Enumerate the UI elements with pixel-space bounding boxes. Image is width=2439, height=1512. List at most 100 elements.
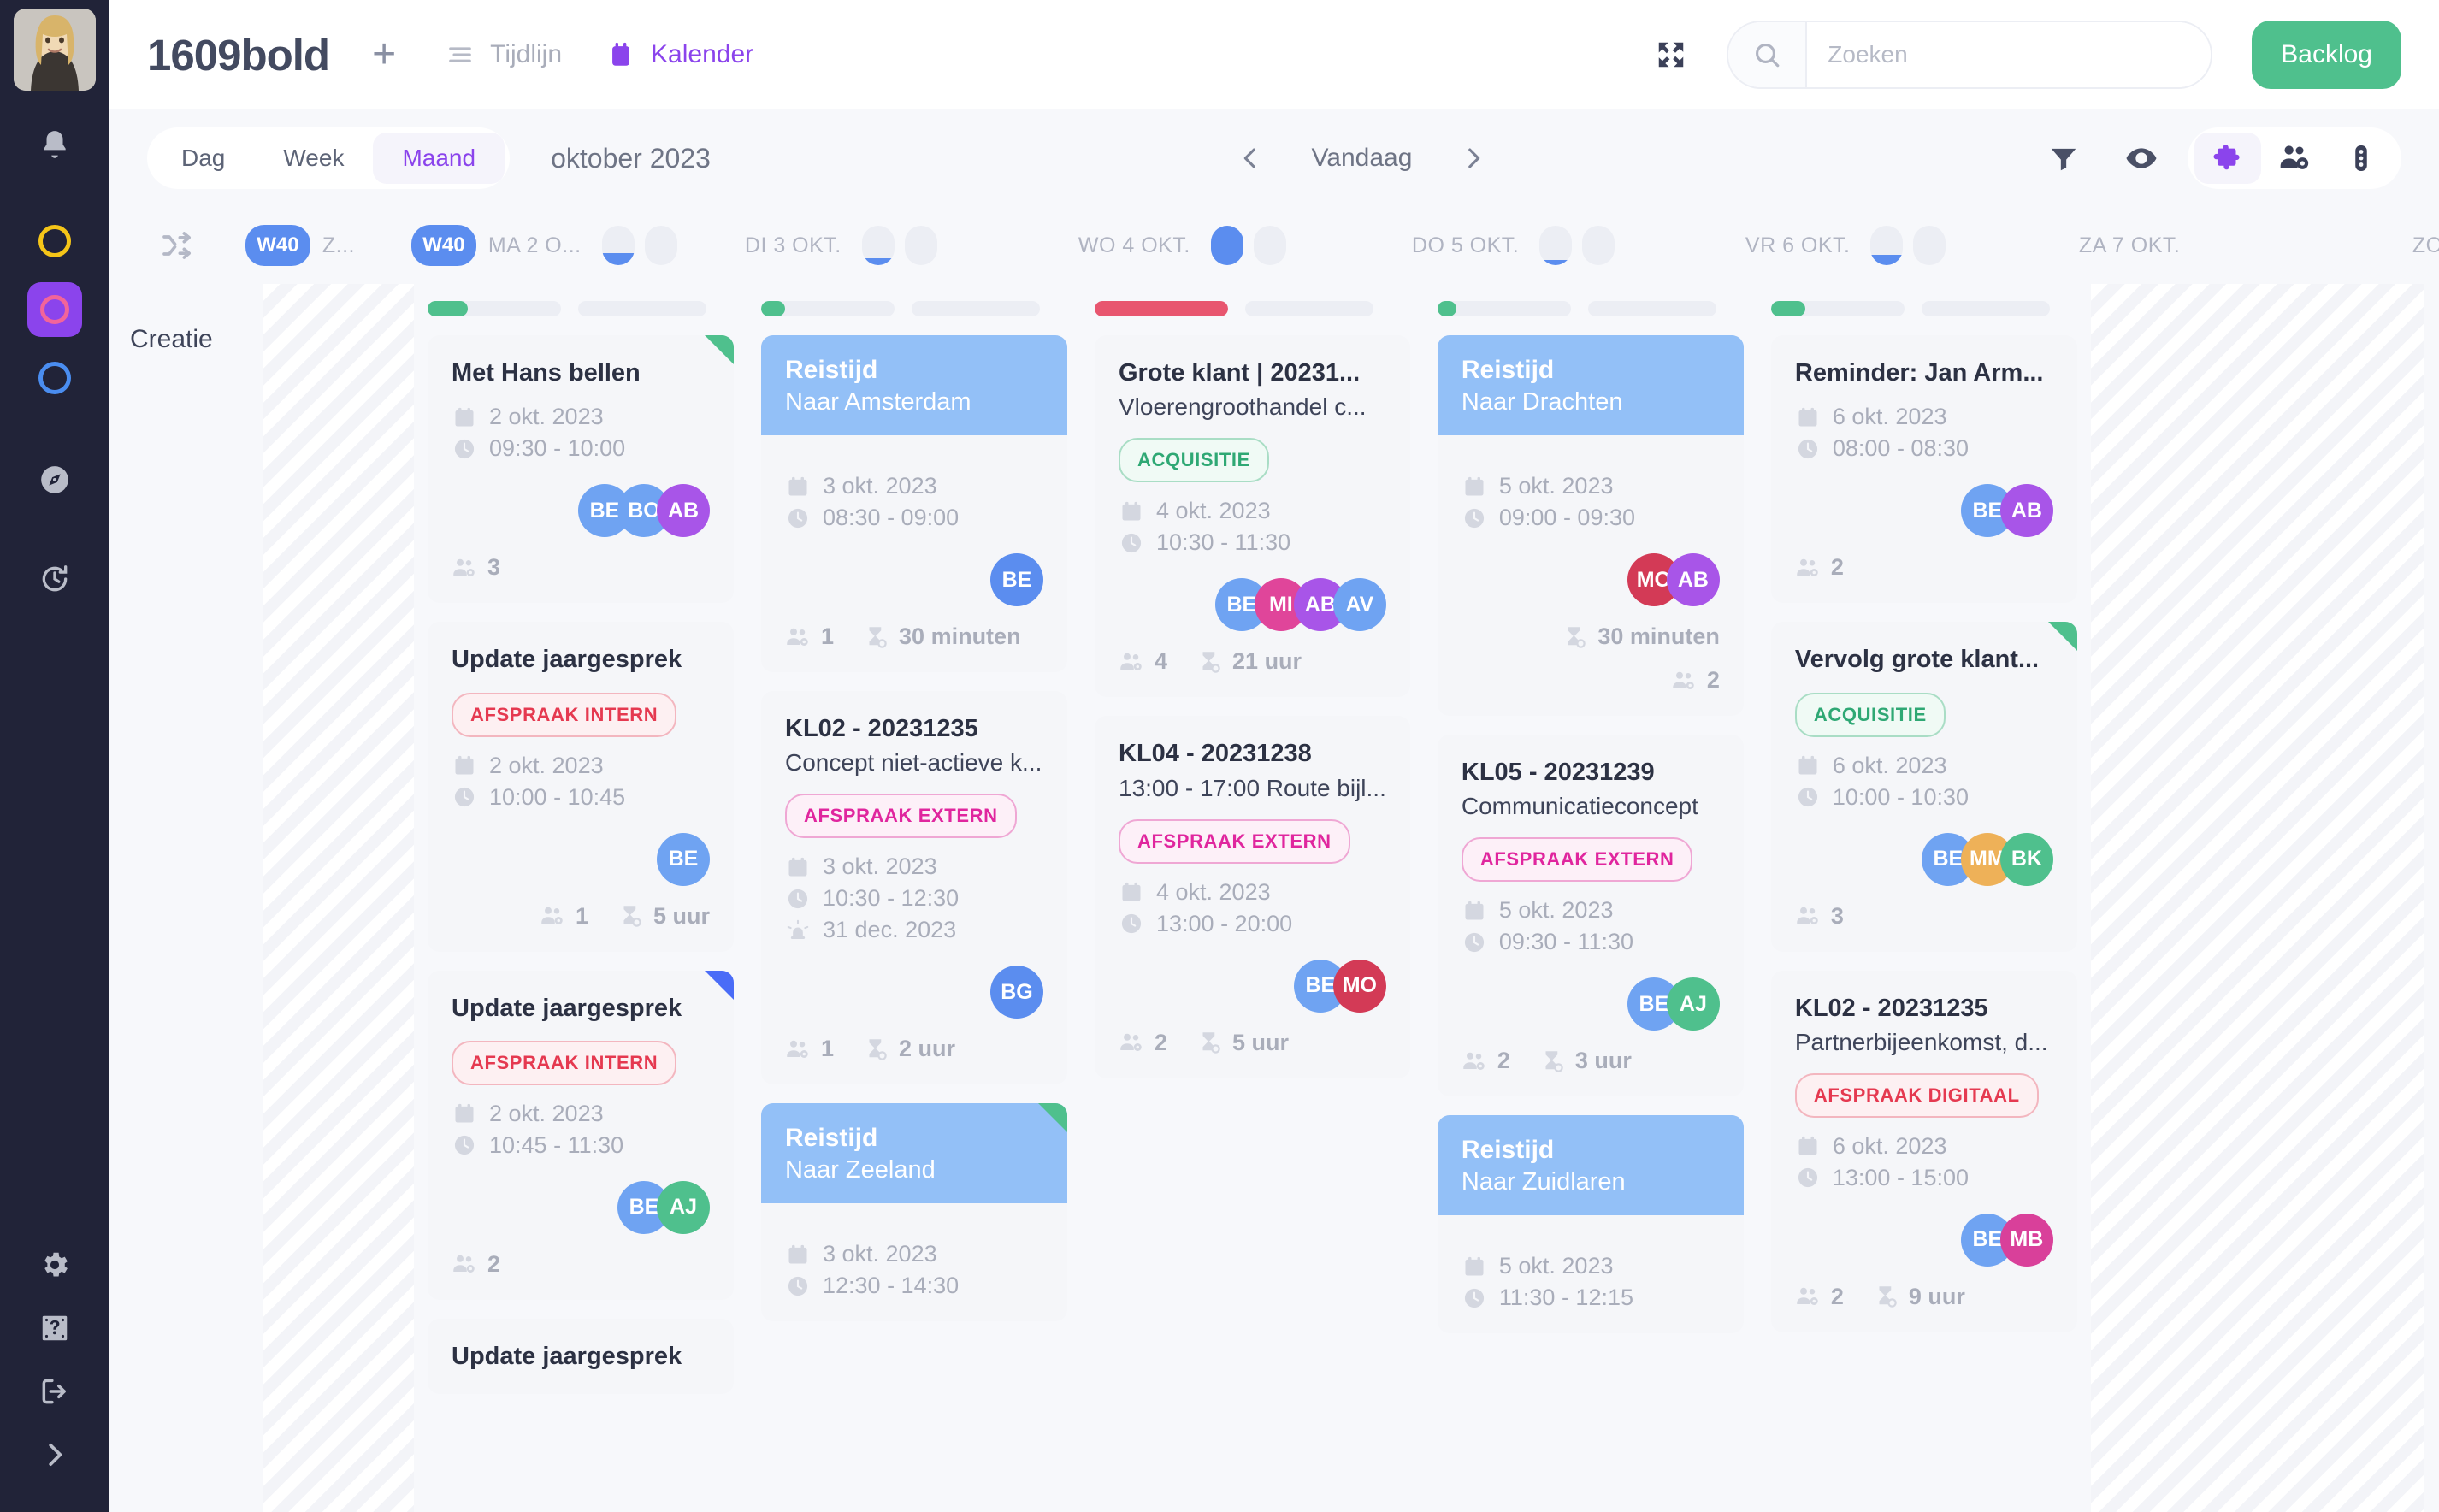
visibility-button[interactable] — [2124, 141, 2158, 175]
avatar-chip[interactable]: AJ — [657, 1180, 710, 1234]
avatar-chip[interactable]: AB — [1666, 553, 1720, 606]
day-header-z[interactable]: W40 Z... — [245, 225, 396, 266]
backlog-button[interactable]: Backlog — [2252, 21, 2401, 89]
event-card[interactable]: KL05 - 20231239 Communicatieconcept AFSPRA… — [1437, 735, 1744, 1097]
event-card[interactable]: KL02 - 20231235 Concept niet-actieve k...… — [761, 691, 1067, 1085]
capacity-bar — [761, 301, 895, 316]
event-card[interactable]: Update jaargesprek — [428, 1318, 734, 1394]
explore-button[interactable] — [0, 448, 109, 511]
day-header-zo[interactable]: ZO — [2397, 225, 2439, 266]
capacity-dot — [1582, 226, 1615, 265]
clock-icon — [785, 505, 811, 531]
capacity-bars — [1095, 284, 1410, 316]
avatar-chip[interactable]: AJ — [1666, 977, 1720, 1031]
col-sunday[interactable] — [263, 284, 414, 1512]
col-za-7-okt[interactable] — [2090, 284, 2424, 1512]
avatar-chip[interactable]: BK — [1999, 832, 2053, 886]
avatar-chip[interactable]: BE — [657, 832, 710, 886]
view-week-button[interactable]: Week — [254, 133, 373, 184]
puzzle-mode-button[interactable] — [2194, 133, 2261, 184]
puzzle-icon — [2213, 145, 2240, 170]
card-body: Grote klant | 20231... Vloerengroothandel… — [1095, 335, 1410, 697]
people-icon — [1795, 903, 1821, 929]
avatar-chip[interactable]: MB — [1999, 1213, 2053, 1267]
nav-tab-kalender[interactable]: Kalender — [606, 40, 753, 69]
view-maand-button[interactable]: Maand — [373, 133, 505, 184]
previous-period-button[interactable] — [1220, 127, 1281, 189]
workspace-ring-blue[interactable] — [0, 344, 109, 412]
fullscreen-button[interactable] — [1655, 38, 1687, 71]
col-ma-2-okt[interactable]: Met Hans bellen 2 okt. 2023 09:30 - 10:00 B… — [414, 284, 747, 1512]
card-meta-row: 12:30 - 14:30 — [785, 1273, 1043, 1299]
col-wo-4-okt[interactable]: Grote klant | 20231... Vloerengroothandel… — [1081, 284, 1424, 1512]
avatar-chip[interactable]: AV — [1332, 578, 1386, 632]
people-mode-button[interactable] — [2261, 133, 2328, 184]
clock-text: 09:30 - 10:00 — [489, 435, 626, 462]
clock-text: 09:00 - 09:30 — [1498, 505, 1636, 530]
day-header-do-5-okt[interactable]: DO 5 OKT. — [1397, 225, 1730, 266]
event-card[interactable]: Reistijd Naar Zuidlaren 5 okt. 2023 11:30 -… — [1437, 1115, 1744, 1334]
notifications-button[interactable] — [0, 113, 109, 176]
event-card[interactable]: Update jaargesprek AFSPRAAK INTERN 2 okt. … — [428, 622, 734, 952]
event-card[interactable]: Reminder: Jan Arm... 6 okt. 2023 08:00 - 0… — [1770, 335, 2077, 604]
nav-tab-tijdlijn[interactable]: Tijdlijn — [446, 40, 562, 69]
deadline-text: 31 dec. 2023 — [823, 917, 957, 943]
avatar[interactable] — [14, 9, 96, 91]
search-box[interactable] — [1727, 21, 2213, 89]
next-period-button[interactable] — [1443, 127, 1504, 189]
help-button[interactable] — [0, 1296, 109, 1360]
view-dag-button[interactable]: Dag — [152, 133, 254, 184]
workspace-ring-pink[interactable] — [0, 275, 109, 344]
event-card[interactable]: KL02 - 20231235 Partnerbijeenkomst, d... A… — [1770, 970, 2077, 1332]
avatar-chip[interactable]: AB — [1999, 484, 2053, 538]
travel-card-header: Reistijd Naar Amsterdam — [761, 335, 1067, 435]
card-corner-flag — [2047, 622, 2077, 652]
filter-button[interactable] — [2047, 142, 2080, 174]
card-meta: 3 okt. 2023 08:30 - 09:00 — [785, 473, 1043, 531]
settings-button[interactable] — [0, 1233, 109, 1296]
capacity-dot — [601, 226, 635, 265]
avatar-chip[interactable]: AB — [657, 484, 710, 538]
time-tracking-button[interactable] — [0, 547, 109, 611]
event-card[interactable]: Grote klant | 20231... Vloerengroothandel… — [1095, 335, 1410, 698]
add-button[interactable]: + — [372, 34, 396, 75]
card-body: KL02 - 20231235 Concept niet-actieve k...… — [761, 691, 1067, 1084]
card-body: KL04 - 20231238 13:00 - 17:00 Route bijl.… — [1095, 716, 1410, 1078]
avatar-chip[interactable]: BE — [990, 553, 1043, 606]
avatar-chip[interactable]: BG — [990, 966, 1043, 1019]
capacity-bar — [578, 301, 706, 316]
card-meta-row: 08:30 - 09:00 — [785, 505, 1043, 531]
day-header-wo-4-okt[interactable]: WO 4 OKT. — [1063, 225, 1397, 266]
chevron-right-icon — [1468, 148, 1480, 168]
col-di-3-okt[interactable]: Reistijd Naar Amsterdam 3 okt. 2023 08:30 -… — [747, 284, 1081, 1512]
event-card[interactable]: Met Hans bellen 2 okt. 2023 09:30 - 10:00 B… — [428, 335, 734, 604]
capacity-dots — [1539, 226, 1615, 265]
status-mode-button[interactable] — [2328, 133, 2395, 184]
people-icon — [1119, 1030, 1144, 1055]
event-card[interactable]: Update jaargesprek AFSPRAAK INTERN 2 okt. … — [428, 970, 734, 1300]
search-input[interactable] — [1807, 22, 2212, 87]
day-header-vr-6-okt[interactable]: VR 6 OKT. — [1730, 225, 2064, 266]
today-button[interactable]: Vandaag — [1290, 144, 1435, 173]
week-badge: W40 — [410, 225, 476, 266]
event-card[interactable]: Reistijd Naar Zeeland 3 okt. 2023 12:30 - 1… — [761, 1103, 1067, 1322]
shuffle-button[interactable] — [109, 228, 245, 263]
card-meta-row: 3 okt. 2023 — [785, 1241, 1043, 1267]
col-do-5-okt[interactable]: Reistijd Naar Drachten 5 okt. 2023 09:00 - … — [1424, 284, 1757, 1512]
workspace-ring-yellow[interactable] — [0, 207, 109, 275]
day-header-za-7-okt[interactable]: ZA 7 OKT. — [2064, 225, 2397, 266]
event-card[interactable]: Reistijd Naar Drachten 5 okt. 2023 09:00 - … — [1437, 335, 1744, 716]
event-card[interactable]: Reistijd Naar Amsterdam 3 okt. 2023 08:30 -… — [761, 335, 1067, 672]
event-card[interactable]: KL04 - 20231238 13:00 - 17:00 Route bijl.… — [1095, 716, 1410, 1078]
card-title: KL02 - 20231235 — [1794, 994, 1988, 1022]
day-header-ma-2-o[interactable]: W40 MA 2 O... — [396, 225, 729, 266]
people-value: 2 — [1155, 1029, 1168, 1055]
event-card[interactable]: Vervolg grote klant... ACQUISITIE 6 okt. 2… — [1770, 622, 2077, 952]
day-header-di-3-okt[interactable]: DI 3 OKT. — [729, 225, 1063, 266]
col-vr-6-okt[interactable]: Reminder: Jan Arm... 6 okt. 2023 08:00 - 0… — [1757, 284, 2091, 1512]
expand-rail-button[interactable] — [0, 1423, 109, 1486]
logout-button[interactable] — [0, 1360, 109, 1423]
timer-icon — [42, 565, 68, 592]
card-meta: 2 okt. 2023 10:00 - 10:45 — [452, 753, 710, 811]
avatar-chip[interactable]: MO — [1332, 959, 1386, 1013]
